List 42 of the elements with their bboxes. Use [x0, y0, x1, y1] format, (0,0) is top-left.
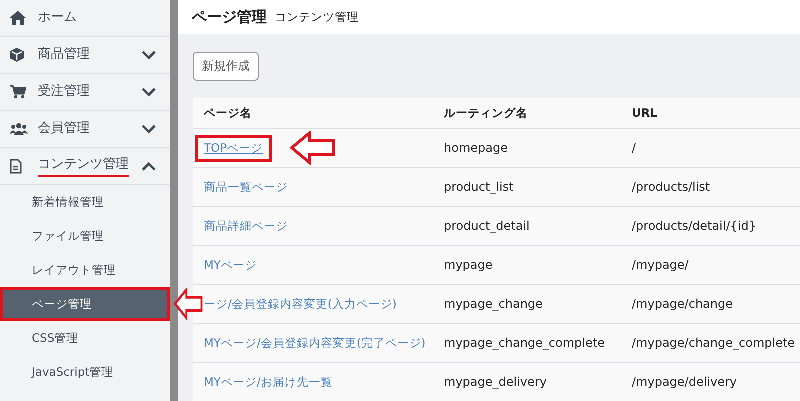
column-header: ページ名	[203, 106, 253, 120]
table-cell-text: homepage	[443, 141, 509, 155]
page-link[interactable]: MYページ/お届け先一覧	[204, 374, 333, 390]
table-cell-text: /mypage/	[631, 258, 690, 272]
table-cell-text: product_list	[443, 180, 515, 194]
nav-subitem[interactable]: 新着情報管理	[0, 185, 170, 219]
nav-item[interactable]: コンテンツ管理	[0, 148, 170, 185]
table-cell-text: product_detail	[443, 219, 531, 233]
page-subtitle: コンテンツ管理	[275, 10, 359, 24]
table-cell-text: /mypage/change	[631, 297, 734, 311]
nav-subitem[interactable]: CSS管理	[0, 321, 170, 355]
page-link[interactable]: 商品一覧ページ	[204, 180, 288, 194]
column-header: URL	[631, 106, 659, 120]
page-link[interactable]: TOPページ	[195, 134, 272, 162]
table-cell-text: /	[631, 141, 638, 155]
page-title: ページ管理	[192, 8, 267, 26]
nav-subitem[interactable]: ファイル管理	[0, 219, 170, 253]
table-cell-text: mypage_change_complete	[443, 336, 606, 350]
arrow-annotation	[290, 131, 336, 165]
nav-subitem[interactable]: レイアウト管理	[0, 253, 170, 287]
nav-subitem[interactable]: JavaScript管理	[0, 355, 170, 389]
home-icon	[10, 11, 26, 25]
nav-item[interactable]: 商品管理	[0, 37, 170, 74]
table-cell-text: mypage	[443, 258, 494, 272]
document-icon	[10, 158, 22, 174]
page-link[interactable]: 商品詳細ページ	[204, 218, 288, 234]
table-cell-text: mypage_delivery	[443, 375, 548, 389]
table-cell-text: /mypage/change_complete	[631, 336, 796, 350]
cube-icon	[10, 48, 24, 62]
column-header: ルーティング名	[443, 106, 529, 120]
page-link[interactable]: MYページ	[204, 258, 257, 272]
users-icon	[10, 123, 28, 135]
table-cell-text: /products/list	[631, 180, 712, 194]
page-link[interactable]: MYページ/会員登録内容変更(完了ページ)	[204, 336, 426, 350]
nav-subitem[interactable]: ページ管理	[0, 287, 170, 321]
table-cell-text: /mypage/delivery	[631, 375, 738, 389]
table-cell-text: /products/detail/{id}	[631, 219, 758, 233]
table-cell-text: mypage_change	[443, 297, 544, 311]
cart-icon	[10, 85, 26, 99]
page-link[interactable]: ージ/会員登録内容変更(入力ページ)	[204, 296, 397, 312]
new-button[interactable]: 新規作成	[193, 52, 259, 81]
scrollbar[interactable]	[170, 0, 178, 401]
